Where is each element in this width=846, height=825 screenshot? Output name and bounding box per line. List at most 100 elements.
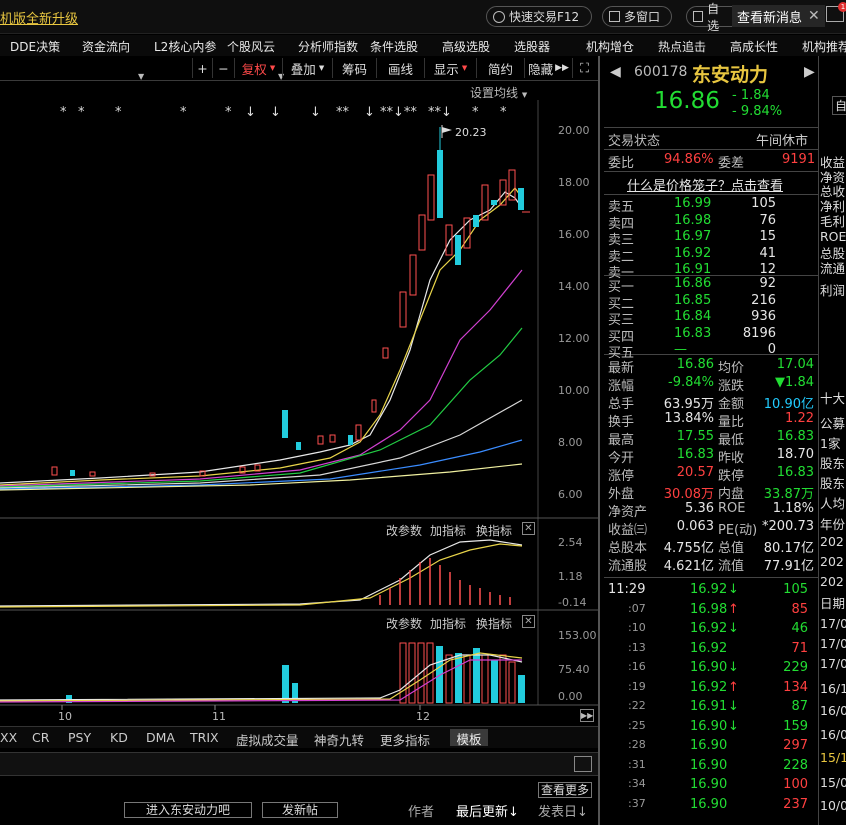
close-icon[interactable]: ✕ <box>522 615 535 628</box>
close-icon[interactable]: ✕ <box>808 8 820 24</box>
stock-code: 600178 <box>634 64 688 80</box>
tick-volume: 297 <box>783 738 808 753</box>
zoom-in-button[interactable]: + <box>192 58 212 78</box>
fuquan-dropdown[interactable]: 复权 ▼ <box>234 58 282 78</box>
menu-item-condition-select[interactable]: 条件选股 <box>370 38 418 55</box>
post-time-column[interactable]: 发表日↓ <box>538 801 588 820</box>
order-row[interactable]: 买一 16.86 92 <box>604 276 818 295</box>
view-more-button[interactable]: 查看更多 <box>538 782 592 798</box>
fundamentals-row: 17/0 <box>820 616 846 631</box>
menu-item-stock-news[interactable]: 个股风云 <box>227 38 275 55</box>
menu-item-hotspot[interactable]: 热点追击 <box>658 38 706 55</box>
menu-item-dde[interactable]: DDE决策 <box>10 38 60 55</box>
order-row[interactable]: 卖三 16.97 15 <box>604 229 818 248</box>
price-tick: 10.00 <box>558 384 590 397</box>
tab-virtual-volume[interactable]: 虚拟成交量 <box>236 730 299 749</box>
tick-time: :22 <box>628 699 646 712</box>
macd-param-link[interactable]: 改参数 <box>386 522 422 539</box>
tab-template[interactable]: 模板 <box>450 729 488 747</box>
stat-value: 10.90亿 <box>763 397 814 412</box>
tick-price: 16.90 <box>690 738 728 753</box>
double-chevron-icon[interactable]: ▶▶ <box>580 709 594 722</box>
order-row[interactable]: 卖四 16.98 76 <box>604 213 818 232</box>
order-row[interactable]: 卖五 16.99 105 <box>604 196 818 215</box>
menu-item-institution-add[interactable]: 机构增仓 <box>586 38 634 55</box>
new-message-popup[interactable]: 查看新消息 ✕ <box>732 5 825 27</box>
month-label: 10 <box>58 710 72 723</box>
last-update-column[interactable]: 最后更新↓ <box>456 801 519 820</box>
vol-param-link[interactable]: 改参数 <box>386 615 422 632</box>
expand-icon[interactable] <box>574 756 592 772</box>
stat-value: 77.91亿 <box>763 559 814 574</box>
next-stock-icon[interactable]: ▶ <box>804 64 815 80</box>
enter-forum-button[interactable]: 进入东安动力吧 <box>124 802 252 818</box>
order-row[interactable]: 买三 16.84 936 <box>604 309 818 328</box>
order-price: 16.83 <box>674 325 712 341</box>
add-self-select-button[interactable]: 自 <box>832 96 846 115</box>
menu-item-growth[interactable]: 高成长性 <box>730 38 778 55</box>
display-dropdown[interactable]: 显示 ▼ <box>424 58 476 78</box>
self-select-label: 自选 <box>707 1 720 33</box>
stat-value: 16.83 <box>676 447 714 462</box>
macd-swap-indicator-link[interactable]: 换指标 <box>476 522 512 539</box>
fundamentals-row: 15/0 <box>820 775 846 790</box>
hide-button[interactable]: 隐藏 ▶▶ <box>524 58 572 78</box>
svg-text:*: * <box>472 105 479 120</box>
tab-more-indicators[interactable]: 更多指标 <box>380 730 430 749</box>
order-row[interactable]: 买五 —0 <box>604 342 818 361</box>
draw-line-button[interactable]: 画线 <box>376 58 424 78</box>
weicha-value: 9191 <box>782 152 816 167</box>
tab-trix[interactable]: TRIX <box>190 730 219 745</box>
menu-item-capital-flow[interactable]: 资金流向 <box>82 38 130 55</box>
vol-add-indicator-link[interactable]: 加指标 <box>430 615 466 632</box>
tick-price: 16.92 <box>690 621 728 636</box>
fundamentals-row: 公募 <box>820 416 846 431</box>
stat-row: 外盘 30.08万 内盘 33.87万 <box>604 483 818 502</box>
overlay-dropdown[interactable]: 叠加 ▼ <box>282 58 332 78</box>
new-post-button[interactable]: 发新帖 <box>262 802 338 818</box>
tab-kd[interactable]: KD <box>110 730 128 745</box>
menu-item-advanced-select[interactable]: 高级选股 <box>442 38 490 55</box>
menu-item-l2[interactable]: L2核心内参 <box>154 38 216 55</box>
order-row[interactable]: 买四 16.83 8196 <box>604 325 818 345</box>
vol-swap-indicator-link[interactable]: 换指标 <box>476 615 512 632</box>
menu-item-analyst[interactable]: 分析师指数 <box>298 38 358 55</box>
svg-text:*: * <box>500 105 507 120</box>
tab-magic-nine[interactable]: 神奇九转 <box>314 730 364 749</box>
order-row[interactable]: 买二 16.85 216 <box>604 293 818 312</box>
stat-row: 最高 17.55 最低 16.83 <box>604 429 818 448</box>
macd-add-indicator-link[interactable]: 加指标 <box>430 522 466 539</box>
order-row[interactable]: 卖二 16.92 41 <box>604 246 818 265</box>
stat-label: 涨停 <box>608 469 635 484</box>
tab-dma[interactable]: DMA <box>146 730 175 745</box>
tick-row: :19 16.92 ↑ 134 <box>604 680 818 698</box>
author-column[interactable]: 作者 <box>408 801 434 820</box>
price-cage-link[interactable]: 什么是价格笼子？点击查看 <box>627 175 783 194</box>
order-price: — <box>674 342 687 357</box>
quick-trade-button[interactable]: 快速交易F12 <box>486 6 592 27</box>
arrow-down-icon: ↓ <box>728 621 739 636</box>
close-icon[interactable]: ✕ <box>522 522 535 535</box>
stat-value: 4.755亿 <box>663 541 714 556</box>
zoom-out-button[interactable]: − <box>212 58 234 78</box>
prev-stock-icon[interactable]: ◀ <box>610 64 621 80</box>
tab-cr[interactable]: CR <box>32 730 49 745</box>
tab-psy[interactable]: PSY <box>68 730 91 745</box>
splitter[interactable] <box>598 56 600 825</box>
menu-item-institution-rec[interactable]: 机构推荐 <box>802 38 846 55</box>
chips-button[interactable]: 筹码 <box>332 58 376 78</box>
stat-row: 今开 16.83 昨收 18.70 <box>604 447 818 466</box>
weibi-value: 94.86% <box>664 152 714 167</box>
menu-item-stock-picker[interactable]: 选股器 <box>514 38 550 55</box>
fullscreen-icon[interactable]: ⛶ <box>572 58 596 78</box>
multi-window-button[interactable]: 多窗口 <box>602 6 672 27</box>
svg-text:*: * <box>225 105 232 120</box>
upgrade-banner[interactable]: 机版全新升级 <box>0 8 78 27</box>
kline-chart[interactable]: * * * * * ↓ ↓ ↓ ** ↓ **↓** **↓ * * 20.23 <box>0 80 598 740</box>
display-label: 显示 <box>433 61 459 77</box>
tab-indicator[interactable]: XX <box>0 730 17 745</box>
self-select-button[interactable]: 自选 <box>686 2 736 33</box>
tick-price: 16.91 <box>690 699 728 714</box>
simple-button[interactable]: 简约 <box>476 58 524 78</box>
fundamentals-row: 年份 <box>820 517 846 532</box>
